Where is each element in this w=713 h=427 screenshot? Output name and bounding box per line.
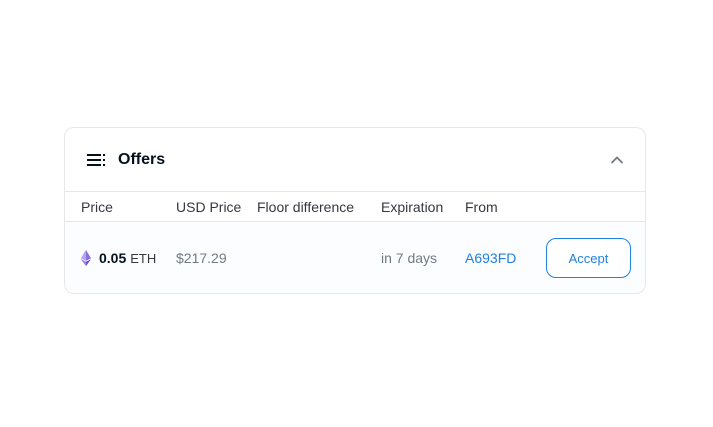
column-header-expiration: Expiration (381, 198, 444, 215)
ethereum-icon (81, 250, 91, 266)
offer-amount: 0.05 (99, 250, 127, 266)
column-header-floor-difference: Floor difference (257, 198, 355, 215)
column-header-from: From (465, 198, 498, 215)
chevron-up-icon[interactable] (609, 152, 625, 168)
column-header-price: Price (81, 198, 113, 215)
offers-panel-header[interactable]: Offers (65, 128, 645, 192)
table-header: Price USD Price Floor difference Expirat… (65, 192, 645, 222)
table-row: 0.05 ETH $217.29 in 7 days A693FD Accept (65, 222, 645, 293)
offer-currency: ETH (130, 250, 157, 266)
usd-price-cell: $217.29 (176, 250, 227, 266)
expiration-cell: in 7 days (381, 250, 438, 266)
offers-panel: Offers Price USD Price Floor difference … (64, 127, 646, 294)
accept-offer-button[interactable]: Accept (546, 238, 631, 278)
column-header-usd-price: USD Price (176, 198, 242, 215)
panel-title: Offers (118, 150, 166, 168)
price-cell: 0.05 ETH (81, 222, 157, 293)
list-icon (87, 153, 107, 167)
from-user-link[interactable]: A693FD (465, 222, 516, 293)
